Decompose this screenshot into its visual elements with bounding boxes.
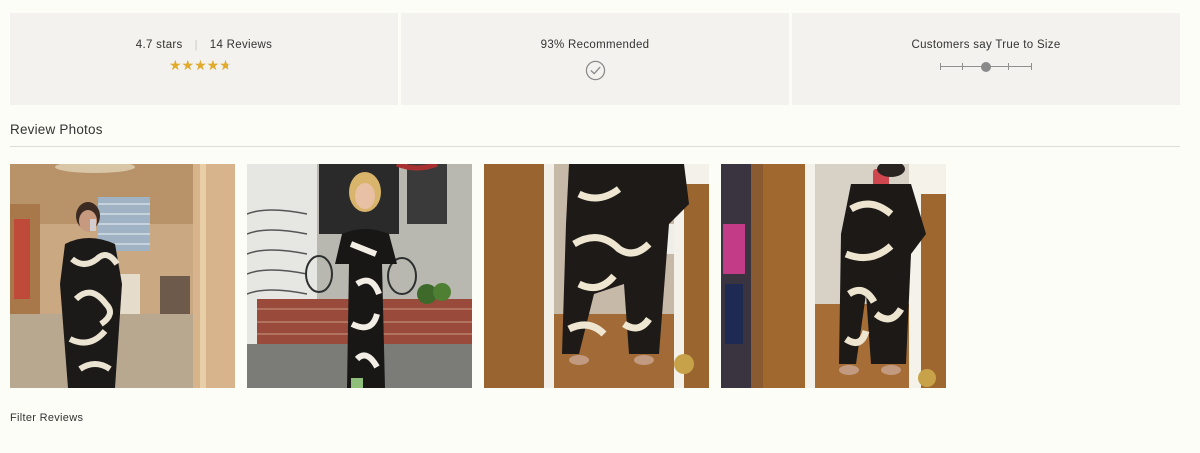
review-photos-list (10, 164, 946, 388)
fit-scale-marker (981, 62, 991, 72)
rating-line: 4.7 stars | 14 Reviews (136, 38, 272, 52)
review-photo-image (10, 164, 235, 388)
fit-scale (940, 60, 1032, 74)
recommended-card: 93% Recommended (401, 13, 789, 105)
fit-scale-tick (1031, 63, 1032, 70)
review-photos-heading: Review Photos (10, 122, 103, 137)
fit-text: Customers say True to Size (911, 39, 1061, 51)
review-photo[interactable] (484, 164, 709, 388)
review-photo-image (721, 164, 946, 388)
fit-scale-tick (1008, 63, 1009, 70)
fit-card: Customers say True to Size (792, 13, 1180, 105)
review-photo[interactable] (721, 164, 946, 388)
divider (10, 146, 1180, 147)
review-photo[interactable] (247, 164, 472, 388)
review-photo-image (484, 164, 709, 388)
rating-card: 4.7 stars | 14 Reviews ★★★★★ ★★★★★ (10, 13, 398, 105)
review-photo[interactable] (10, 164, 235, 388)
rating-text: 4.7 stars (135, 39, 183, 51)
filter-reviews-link[interactable]: Filter Reviews (10, 412, 83, 424)
checkmark-circle-icon (585, 60, 605, 81)
review-photo-image (247, 164, 472, 388)
fit-scale-tick (940, 63, 941, 70)
review-count[interactable]: 14 Reviews (210, 39, 272, 51)
divider: | (194, 39, 198, 51)
review-summary: 4.7 stars | 14 Reviews ★★★★★ ★★★★★ 93% R… (10, 13, 1180, 105)
fit-scale-tick (962, 63, 963, 70)
star-rating: ★★★★★ ★★★★★ (169, 58, 239, 74)
recommended-text: 93% Recommended (540, 39, 650, 51)
star-rating-filled-icon: ★★★★★ (169, 58, 228, 74)
